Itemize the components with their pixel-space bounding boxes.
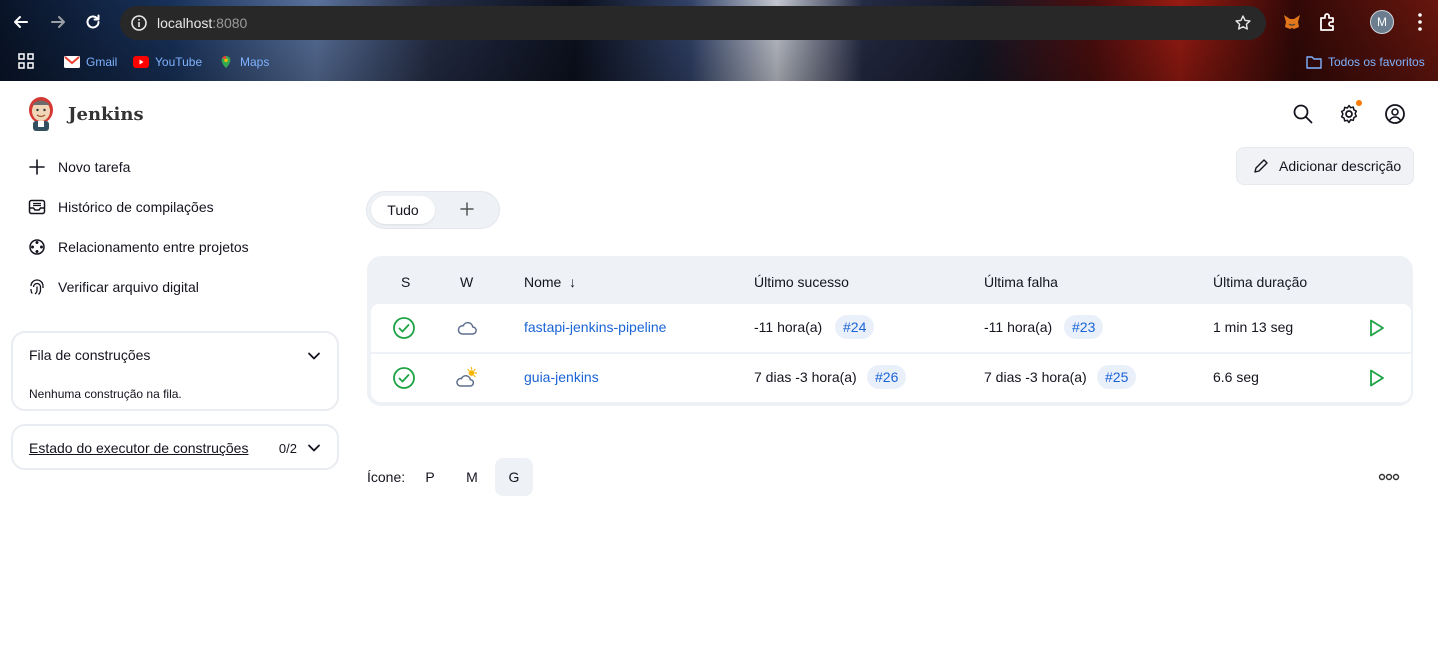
sidebar-item-label: Histórico de compilações	[58, 199, 214, 215]
job-name-link[interactable]: guia-jenkins	[524, 369, 599, 385]
column-header-last-success[interactable]: Último sucesso	[754, 274, 849, 290]
forward-icon[interactable]	[45, 9, 71, 35]
metamask-fox-icon[interactable]	[1280, 10, 1304, 34]
sidebar-item-project-relationship[interactable]: Relacionamento entre projetos	[28, 235, 249, 259]
column-header-last-duration[interactable]: Última duração	[1213, 274, 1307, 290]
gmail-icon	[64, 56, 80, 68]
all-bookmarks-folder[interactable]: Todos os favoritos	[1306, 53, 1425, 71]
youtube-icon	[133, 56, 149, 68]
gear-icon[interactable]	[1338, 103, 1360, 125]
inbox-tray-icon	[28, 199, 46, 215]
table-row: guia-jenkins 7 dias -3 hora(a) #26 7 dia…	[371, 354, 1411, 402]
last-failure-time: 7 dias -3 hora(a)	[984, 369, 1087, 385]
address-bar[interactable]: localhost:8080	[120, 6, 1266, 40]
apps-grid-icon[interactable]	[18, 53, 34, 69]
last-success-time: -11 hora(a)	[754, 319, 823, 335]
sort-arrow-icon: ↓	[569, 274, 577, 290]
jenkins-header: Jenkins	[0, 81, 1438, 147]
add-description-label: Adicionar descrição	[1279, 158, 1402, 174]
last-failure-build-link[interactable]: #25	[1097, 365, 1137, 389]
search-icon[interactable]	[1292, 103, 1314, 125]
play-build-icon[interactable]	[1364, 316, 1388, 340]
more-options-icon[interactable]	[1378, 471, 1400, 483]
jobs-table: S W Nome ↓ Último sucesso Última falha Ú…	[367, 256, 1413, 406]
browser-chrome: localhost:8080 M Gmail YouTube Maps Todo…	[0, 0, 1438, 81]
extensions-puzzle-icon[interactable]	[1316, 10, 1340, 34]
notification-dot	[1356, 100, 1362, 106]
add-view-icon[interactable]	[459, 201, 475, 217]
site-info-icon[interactable]	[130, 14, 148, 32]
last-success-build-link[interactable]: #24	[835, 315, 875, 339]
profile-avatar[interactable]: M	[1370, 10, 1394, 34]
column-header-weather[interactable]: W	[460, 274, 473, 290]
job-name-link[interactable]: fastapi-jenkins-pipeline	[524, 319, 666, 335]
column-header-status[interactable]: S	[401, 274, 410, 290]
build-queue-empty-text: Nenhuma construção na fila.	[29, 387, 182, 401]
back-icon[interactable]	[8, 9, 34, 35]
build-queue-card: Fila de construções Nenhuma construção n…	[11, 331, 339, 411]
sidebar-item-label: Relacionamento entre projetos	[58, 239, 249, 255]
sidebar-item-label: Novo tarefa	[58, 159, 131, 175]
executor-status-card: Estado do executor de construções 0/2	[11, 424, 339, 470]
plus-icon	[29, 159, 45, 175]
tab-all[interactable]: Tudo	[371, 196, 435, 224]
icon-size-large[interactable]: G	[495, 458, 533, 496]
sidebar-item-fingerprint[interactable]: Verificar arquivo digital	[28, 275, 199, 299]
table-row: fastapi-jenkins-pipeline -11 hora(a) #24…	[371, 304, 1411, 352]
last-success-build-link[interactable]: #26	[867, 365, 907, 389]
bookmarks-bar: Gmail YouTube Maps Todos os favoritos	[0, 44, 1438, 81]
icon-size-small[interactable]: P	[411, 458, 449, 496]
partly-sunny-weather-icon	[456, 366, 478, 387]
play-build-icon[interactable]	[1364, 366, 1388, 390]
build-queue-title[interactable]: Fila de construções	[29, 347, 150, 363]
view-tabs: Tudo	[366, 191, 500, 229]
browser-toolbar: localhost:8080 M	[0, 0, 1438, 44]
icon-size-medium[interactable]: M	[453, 458, 491, 496]
success-check-icon	[393, 367, 415, 389]
cloudy-weather-icon	[457, 321, 477, 335]
column-header-last-failure[interactable]: Última falha	[984, 274, 1058, 290]
last-failure-build-link[interactable]: #23	[1064, 315, 1104, 339]
fingerprint-icon	[30, 279, 44, 295]
icon-size-label: Ícone:	[367, 469, 406, 485]
browser-menu-icon[interactable]	[1408, 10, 1432, 34]
jenkins-logo-icon[interactable]	[26, 96, 56, 132]
relationship-icon	[29, 239, 45, 255]
bookmark-youtube[interactable]: YouTube	[133, 53, 202, 71]
pencil-icon	[1254, 159, 1268, 173]
url-text: localhost:8080	[157, 15, 248, 31]
executor-status-link[interactable]: Estado do executor de construções	[29, 440, 248, 456]
last-duration: 6.6 seg	[1213, 369, 1259, 385]
bookmark-maps[interactable]: Maps	[218, 53, 269, 71]
sidebar-item-build-history[interactable]: Histórico de compilações	[28, 195, 214, 219]
success-check-icon	[393, 317, 415, 339]
column-header-name[interactable]: Nome ↓	[524, 274, 576, 290]
last-duration: 1 min 13 seg	[1213, 319, 1294, 335]
chevron-down-icon[interactable]	[307, 349, 321, 363]
sidebar-item-label: Verificar arquivo digital	[58, 279, 199, 295]
folder-icon	[1306, 56, 1322, 69]
brand-title[interactable]: Jenkins	[68, 104, 144, 125]
last-success-time: 7 dias -3 hora(a)	[754, 369, 857, 385]
sidebar-item-new-job[interactable]: Novo tarefa	[28, 155, 130, 179]
executor-count: 0/2	[278, 441, 297, 456]
bookmark-gmail[interactable]: Gmail	[64, 53, 117, 71]
reload-icon[interactable]	[80, 9, 106, 35]
last-failure-time: -11 hora(a)	[984, 319, 1053, 335]
add-description-button[interactable]: Adicionar descrição	[1236, 147, 1414, 185]
user-account-icon[interactable]	[1384, 103, 1406, 125]
bookmark-star-icon[interactable]	[1234, 14, 1252, 32]
maps-pin-icon	[221, 55, 231, 69]
chevron-down-icon[interactable]	[307, 441, 321, 455]
